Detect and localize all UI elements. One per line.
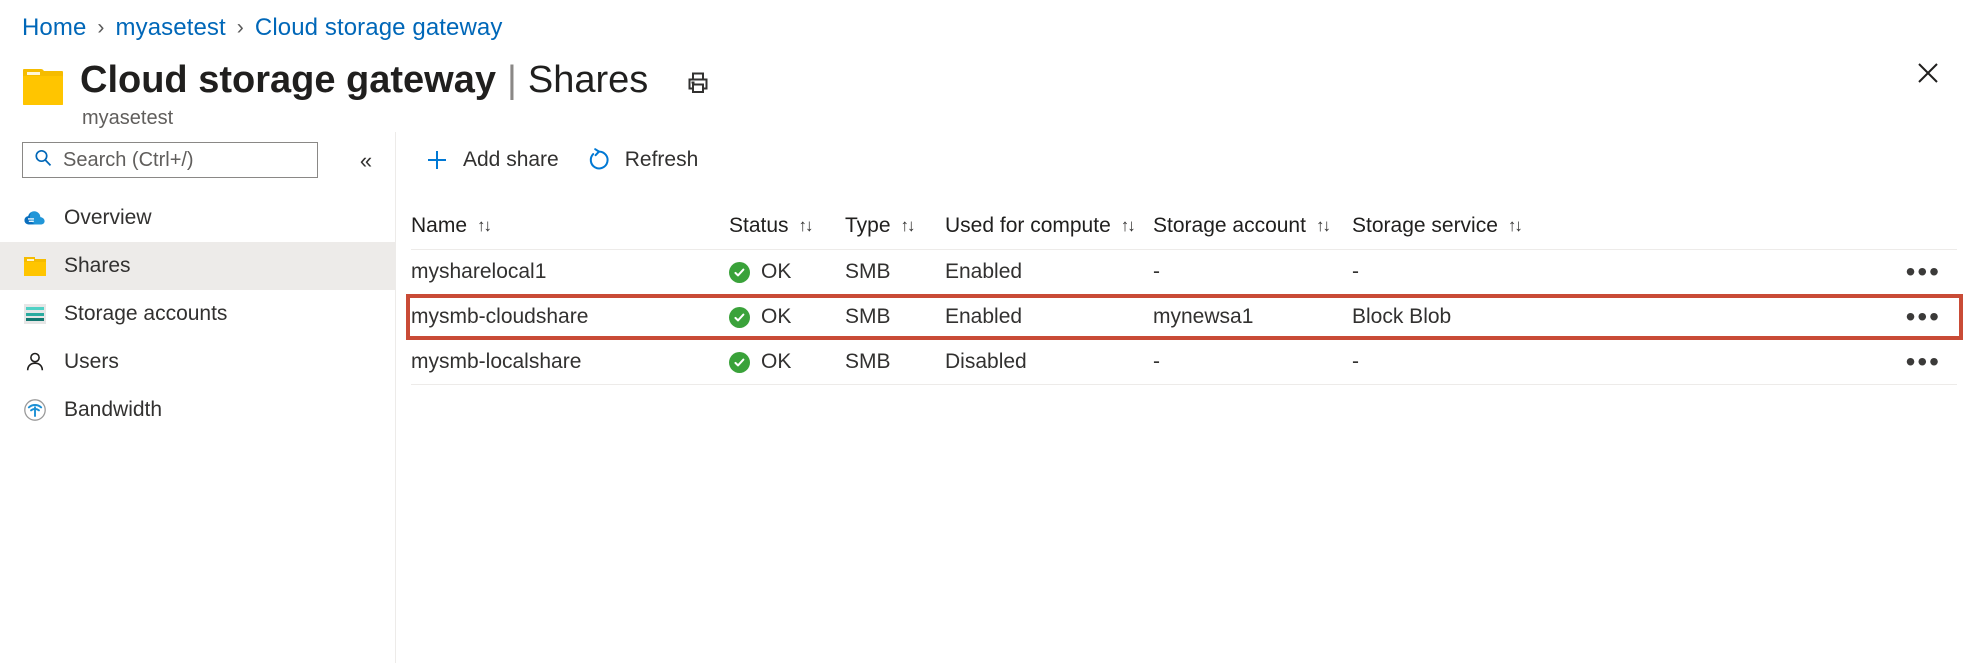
search-icon bbox=[33, 148, 53, 173]
page-header: Cloud storage gateway | Shares myasetest bbox=[22, 58, 714, 130]
close-icon[interactable] bbox=[1909, 54, 1947, 92]
column-header-label: Storage account bbox=[1153, 213, 1306, 237]
sort-icon[interactable]: ↑↓ bbox=[1316, 216, 1331, 236]
table-row[interactable]: mysmb-cloudshare OK SMB Enabled mynewsa1… bbox=[406, 294, 1963, 340]
status-label: OK bbox=[761, 350, 792, 373]
shares-table: Name ↑↓ Status ↑↓ Type ↑↓ Used for compu… bbox=[406, 202, 1963, 385]
column-header-label: Used for compute bbox=[945, 213, 1111, 237]
cell-actions: ••• bbox=[1538, 312, 1957, 322]
cell-name: mysmb-localshare bbox=[411, 350, 582, 373]
storage-stack-icon bbox=[22, 301, 48, 327]
page-title-resource: Cloud storage gateway bbox=[80, 59, 496, 101]
cell-type: SMB bbox=[845, 260, 891, 283]
folder-icon bbox=[22, 253, 48, 279]
cell-storage-service: Block Blob bbox=[1352, 305, 1452, 328]
breadcrumb-separator: › bbox=[236, 16, 244, 39]
breadcrumb: Home › myasetest › Cloud storage gateway bbox=[22, 14, 502, 42]
cell-status: OK bbox=[729, 350, 845, 374]
cell-status: OK bbox=[729, 305, 845, 329]
column-header-type[interactable]: Type ↑↓ bbox=[845, 214, 945, 238]
sort-icon[interactable]: ↑↓ bbox=[477, 216, 492, 236]
row-menu-button[interactable]: ••• bbox=[1906, 267, 1941, 277]
sidebar-item-bandwidth[interactable]: Bandwidth bbox=[0, 386, 395, 434]
sort-icon[interactable]: ↑↓ bbox=[1121, 216, 1136, 236]
cell-status: OK bbox=[729, 260, 845, 284]
print-icon[interactable] bbox=[682, 68, 714, 98]
sidebar-item-label: Shares bbox=[64, 254, 131, 277]
column-header-storage-account[interactable]: Storage account ↑↓ bbox=[1153, 214, 1352, 238]
breadcrumb-item-home[interactable]: Home bbox=[22, 14, 86, 42]
wifi-icon bbox=[22, 397, 48, 423]
column-header-storage-service[interactable]: Storage service ↑↓ bbox=[1352, 214, 1538, 238]
sidebar: « Overview Shares bbox=[0, 132, 396, 663]
cell-used-for-compute: Enabled bbox=[945, 305, 1023, 328]
cell-actions: ••• bbox=[1538, 357, 1957, 367]
refresh-button[interactable]: Refresh bbox=[573, 140, 713, 180]
page-title: Cloud storage gateway | Shares bbox=[80, 58, 714, 102]
cloud-icon bbox=[22, 205, 48, 231]
breadcrumb-separator: › bbox=[97, 16, 105, 39]
refresh-icon bbox=[587, 148, 611, 172]
page-title-separator: | bbox=[506, 59, 517, 101]
table-row[interactable]: mysharelocal1 OK SMB Enabled - - ••• bbox=[411, 250, 1957, 295]
add-share-button[interactable]: Add share bbox=[411, 140, 573, 180]
row-menu-button[interactable]: ••• bbox=[1906, 357, 1941, 367]
cell-actions: ••• bbox=[1538, 267, 1957, 277]
column-header-name[interactable]: Name ↑↓ bbox=[411, 214, 729, 238]
sort-icon[interactable]: ↑↓ bbox=[1508, 216, 1523, 236]
column-header-label: Status bbox=[729, 213, 789, 237]
person-icon bbox=[22, 349, 48, 375]
sidebar-item-label: Storage accounts bbox=[64, 302, 228, 325]
sidebar-item-storage-accounts[interactable]: Storage accounts bbox=[0, 290, 395, 338]
column-header-status[interactable]: Status ↑↓ bbox=[729, 214, 845, 238]
sort-icon[interactable]: ↑↓ bbox=[799, 216, 814, 236]
page-subtitle: myasetest bbox=[82, 107, 174, 129]
cell-storage-account: - bbox=[1153, 260, 1160, 283]
column-header-label: Storage service bbox=[1352, 213, 1498, 237]
folder-icon bbox=[22, 68, 64, 106]
sort-icon[interactable]: ↑↓ bbox=[901, 216, 916, 236]
check-circle-icon bbox=[729, 351, 750, 373]
add-share-label: Add share bbox=[463, 148, 559, 171]
sidebar-item-label: Overview bbox=[64, 206, 152, 229]
cell-type: SMB bbox=[845, 305, 891, 328]
cell-used-for-compute: Enabled bbox=[945, 260, 1023, 283]
sidebar-item-overview[interactable]: Overview bbox=[0, 194, 395, 242]
search-box[interactable] bbox=[22, 142, 318, 178]
cell-name: mysmb-cloudshare bbox=[411, 305, 589, 328]
status-label: OK bbox=[761, 305, 792, 328]
cell-used-for-compute: Disabled bbox=[945, 350, 1027, 373]
search-input[interactable] bbox=[63, 148, 299, 172]
sidebar-item-users[interactable]: Users bbox=[0, 338, 395, 386]
sidebar-item-label: Bandwidth bbox=[64, 398, 163, 421]
column-header-used-for-compute[interactable]: Used for compute ↑↓ bbox=[945, 214, 1153, 238]
breadcrumb-item-cloud-storage-gateway[interactable]: Cloud storage gateway bbox=[255, 14, 503, 42]
plus-icon bbox=[425, 148, 449, 172]
main-content: Add share Refresh Name ↑↓ Status ↑↓ Type… bbox=[397, 132, 1977, 663]
refresh-label: Refresh bbox=[624, 148, 699, 171]
cell-storage-account: mynewsa1 bbox=[1153, 305, 1254, 328]
cell-name: mysharelocal1 bbox=[411, 260, 547, 283]
table-row[interactable]: mysmb-localshare OK SMB Disabled - - ••• bbox=[411, 340, 1957, 385]
page-title-section: Shares bbox=[527, 59, 649, 101]
cell-storage-account: - bbox=[1153, 350, 1160, 373]
column-header-label: Name bbox=[411, 213, 468, 237]
azure-portal-blade: Home › myasetest › Cloud storage gateway… bbox=[0, 0, 1977, 663]
column-header-label: Type bbox=[845, 213, 891, 237]
command-bar: Add share Refresh bbox=[397, 132, 1977, 188]
sidebar-nav: Overview Shares Storage accounts Users B… bbox=[0, 194, 395, 434]
row-menu-button[interactable]: ••• bbox=[1906, 312, 1941, 322]
table-header-row: Name ↑↓ Status ↑↓ Type ↑↓ Used for compu… bbox=[411, 202, 1957, 250]
breadcrumb-item-myasetest[interactable]: myasetest bbox=[116, 14, 226, 42]
cell-type: SMB bbox=[845, 350, 891, 373]
check-circle-icon bbox=[729, 261, 750, 283]
sidebar-item-shares[interactable]: Shares bbox=[0, 242, 395, 290]
sidebar-item-label: Users bbox=[64, 350, 119, 373]
collapse-sidebar-button[interactable]: « bbox=[352, 147, 380, 175]
cell-storage-service: - bbox=[1352, 350, 1359, 373]
cell-storage-service: - bbox=[1352, 260, 1359, 283]
check-circle-icon bbox=[729, 306, 750, 328]
status-label: OK bbox=[761, 260, 792, 283]
